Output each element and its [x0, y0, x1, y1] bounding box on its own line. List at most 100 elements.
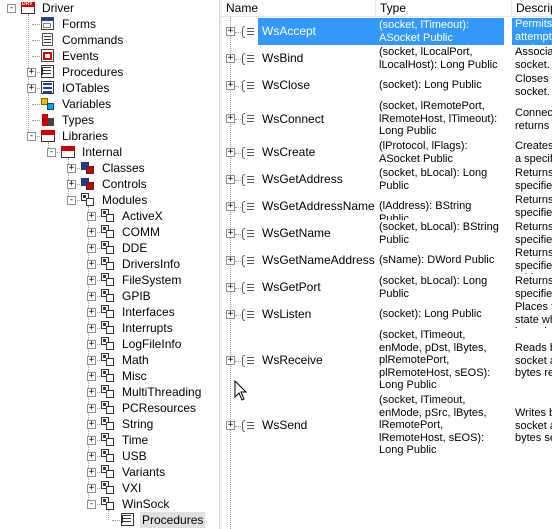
- expand-toggle-icon[interactable]: +: [67, 180, 76, 189]
- procedure-list[interactable]: Name Type Description + WsAccept (socket, …: [222, 0, 552, 529]
- tree-node-comm[interactable]: COMM: [100, 224, 162, 240]
- tree-node-modules[interactable]: Modules: [80, 192, 149, 208]
- tree-node-procedures[interactable]: Procedures: [120, 512, 206, 528]
- tree-node-activex[interactable]: ActiveX: [100, 208, 165, 224]
- tree-node-vxi[interactable]: VXI: [100, 480, 143, 496]
- expand-toggle-icon[interactable]: +: [87, 324, 96, 333]
- expand-toggle-icon[interactable]: +: [226, 256, 235, 265]
- expand-toggle-icon[interactable]: +: [27, 68, 36, 77]
- tree-node-interrupts[interactable]: Interrupts: [100, 320, 175, 336]
- tree-node-variants[interactable]: Variants: [100, 464, 167, 480]
- expand-toggle-icon[interactable]: +: [67, 164, 76, 173]
- expand-toggle-icon[interactable]: +: [87, 260, 96, 269]
- tree-node-gpib[interactable]: GPIB: [100, 288, 153, 304]
- procedure-type-line: lRemotePort,: [379, 419, 444, 431]
- column-header-description[interactable]: Description: [512, 0, 552, 17]
- expand-toggle-icon[interactable]: +: [87, 308, 96, 317]
- expand-toggle-icon[interactable]: +: [87, 420, 96, 429]
- tree-node-logfileinfo[interactable]: LogFileInfo: [100, 336, 183, 352]
- list-row[interactable]: + WsClose (socket): Long Public Closes asoc…: [222, 72, 552, 99]
- list-row[interactable]: + WsAccept (socket, lTimeout): ASocket Publ…: [222, 18, 552, 45]
- tree-view[interactable]: - DRV Driver Forms Commands Events + Procedures…: [0, 0, 219, 529]
- tree-node-driver[interactable]: DRV Driver: [20, 0, 76, 16]
- tree-node-forms[interactable]: Forms: [40, 16, 98, 32]
- tree-node-variables[interactable]: Variables: [40, 96, 113, 112]
- tree-node-classes[interactable]: Classes: [80, 160, 147, 176]
- tree-guide-line: [235, 86, 241, 87]
- tree-node-misc[interactable]: Misc: [100, 368, 149, 384]
- expand-toggle-icon[interactable]: +: [226, 148, 235, 157]
- tree-node-multithreading[interactable]: MultiThreading: [100, 384, 203, 400]
- procedure-icon: [242, 355, 254, 367]
- collapse-toggle-icon[interactable]: -: [27, 132, 36, 141]
- tree-node-internal[interactable]: Internal: [60, 144, 124, 160]
- expand-toggle-icon[interactable]: +: [226, 310, 235, 319]
- expand-toggle-icon[interactable]: +: [87, 404, 96, 413]
- expand-toggle-icon[interactable]: +: [226, 283, 235, 292]
- list-row[interactable]: + WsGetAddressName (lAddress): BString Pub…: [222, 193, 552, 220]
- list-row[interactable]: + WsGetNameAddress (sName): DWord Public Re…: [222, 247, 552, 274]
- expand-toggle-icon[interactable]: +: [87, 292, 96, 301]
- collapse-toggle-icon[interactable]: -: [47, 148, 56, 157]
- tree-node-iotables[interactable]: IOTables: [40, 80, 111, 96]
- tree-node-procedures[interactable]: Procedures: [40, 64, 125, 80]
- expand-toggle-icon[interactable]: +: [226, 27, 235, 36]
- list-row[interactable]: + WsGetName (socket, bLocal): BString Publi…: [222, 220, 552, 247]
- tree-node-controls[interactable]: Controls: [80, 176, 149, 192]
- list-row[interactable]: + WsSend (socket, lTimeout, enMode, pSrc, l…: [222, 393, 552, 458]
- expand-toggle-icon[interactable]: +: [226, 229, 235, 238]
- expand-toggle-icon[interactable]: +: [87, 276, 96, 285]
- collapse-toggle-icon[interactable]: -: [7, 4, 16, 13]
- procedure-type-line: lRemoteHost, sEOS):: [379, 431, 485, 444]
- list-row[interactable]: + WsCreate (lProtocol, lFlags): ASocket Pub…: [222, 139, 552, 166]
- tree-node-commands[interactable]: Commands: [40, 32, 125, 48]
- expand-toggle-icon[interactable]: +: [87, 244, 96, 253]
- tree-node-interfaces[interactable]: Interfaces: [100, 304, 177, 320]
- tree-node-math[interactable]: Math: [100, 352, 151, 368]
- tree-node-libraries[interactable]: Libraries: [40, 128, 110, 144]
- tree-node-string[interactable]: String: [100, 416, 155, 432]
- expand-toggle-icon[interactable]: +: [226, 114, 235, 123]
- tree-guide-line: [235, 234, 241, 235]
- expand-toggle-icon[interactable]: +: [87, 356, 96, 365]
- tree-node-types[interactable]: Types: [40, 112, 96, 128]
- expand-toggle-icon[interactable]: +: [87, 212, 96, 221]
- expand-toggle-icon[interactable]: +: [87, 228, 96, 237]
- collapse-toggle-icon[interactable]: -: [67, 196, 76, 205]
- expand-toggle-icon[interactable]: +: [87, 436, 96, 445]
- list-row[interactable]: + WsGetAddress (socket, bLocal): Long Publi…: [222, 166, 552, 193]
- list-row[interactable]: + WsReceive (socket, lTimeout, enMode, pDst…: [222, 328, 552, 393]
- expand-toggle-icon[interactable]: +: [87, 388, 96, 397]
- tree-node-label: VXI: [122, 481, 142, 495]
- tree-node-winsock[interactable]: WinSock: [100, 496, 171, 512]
- tree-node-usb[interactable]: USB: [100, 448, 149, 464]
- list-row[interactable]: + WsGetPort (socket, bLocal): Long Public Re…: [222, 274, 552, 301]
- expand-toggle-icon[interactable]: +: [87, 484, 96, 493]
- list-row[interactable]: + WsBind (socket, lLocalPort, lLocalHost): …: [222, 45, 552, 72]
- tree-node-filesystem[interactable]: FileSystem: [100, 272, 183, 288]
- tree-node-driversinfo[interactable]: DriversInfo: [100, 256, 182, 272]
- procedure-type: (socket): Long Public: [376, 72, 504, 99]
- list-row[interactable]: + WsConnect (socket, lRemotePort, lRemoteHo…: [222, 99, 552, 139]
- procedure-name-text: WsGetNameAddress: [262, 253, 375, 267]
- collapse-toggle-icon[interactable]: -: [87, 500, 96, 509]
- list-row[interactable]: + WsListen (socket): Long Public Places t st…: [222, 301, 552, 328]
- column-header-name[interactable]: Name: [222, 0, 376, 17]
- expand-toggle-icon[interactable]: +: [226, 421, 235, 430]
- expand-toggle-icon[interactable]: +: [226, 202, 235, 211]
- tree-node-dde[interactable]: DDE: [100, 240, 149, 256]
- tree-node-label: GPIB: [122, 289, 151, 303]
- expand-toggle-icon[interactable]: +: [27, 84, 36, 93]
- expand-toggle-icon[interactable]: +: [87, 452, 96, 461]
- expand-toggle-icon[interactable]: +: [87, 468, 96, 477]
- expand-toggle-icon[interactable]: +: [226, 81, 235, 90]
- expand-toggle-icon[interactable]: +: [226, 54, 235, 63]
- column-header-type[interactable]: Type: [376, 0, 512, 17]
- expand-toggle-icon[interactable]: +: [87, 372, 96, 381]
- tree-node-time[interactable]: Time: [100, 432, 150, 448]
- tree-node-pcresources[interactable]: PCResources: [100, 400, 198, 416]
- expand-toggle-icon[interactable]: +: [226, 356, 235, 365]
- tree-node-events[interactable]: Events: [40, 48, 101, 64]
- expand-toggle-icon[interactable]: +: [226, 175, 235, 184]
- expand-toggle-icon[interactable]: +: [87, 340, 96, 349]
